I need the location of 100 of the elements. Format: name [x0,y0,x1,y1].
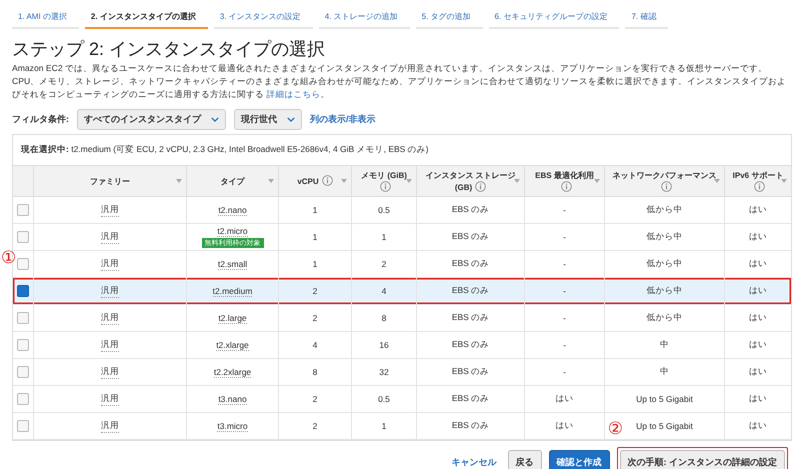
table-cell: EBS のみ [452,420,490,432]
table-cell: はい [749,204,767,216]
table-cell: はい [749,420,767,432]
table-cell: - [563,286,566,296]
table-cell: 2 [312,394,318,404]
wizard-tab[interactable]: 3. インスタンスの設定 [214,6,313,29]
table-cell: 汎用 [101,420,119,432]
table-cell: 汎用 [101,312,119,324]
table-cell: EBS のみ [452,312,490,324]
action-button[interactable]: 戻る [508,450,542,469]
info-icon[interactable] [322,175,333,186]
sort-caret-icon [714,179,720,183]
table-cell: はい [556,420,574,432]
action-button[interactable]: キャンセル [448,451,500,469]
table-cell: はい [749,339,767,351]
row-checkbox[interactable] [17,312,29,324]
table-cell: 2 [312,286,318,296]
table-cell: t2.2xlarge [214,366,252,378]
table-row[interactable]: 汎用 t2.xlarge 4 16 EBS のみ - 中 はい [13,332,791,359]
table-cell: 低から中 [646,258,682,270]
wizard-tab[interactable]: 4. ストレージの追加 [318,6,410,29]
table-cell: 中 [660,339,669,351]
row-checkbox[interactable] [17,420,29,432]
wizard-tab[interactable]: 1. AMI の選択 [12,6,79,29]
info-icon[interactable] [380,180,391,192]
chevron-down-icon [287,117,295,122]
table-cell: - [563,340,566,350]
table-cell: 低から中 [646,312,682,324]
table-cell: 2 [312,421,318,431]
wizard-tab[interactable]: 5. タグの追加 [416,6,483,29]
column-header[interactable]: メモリ (GiB) [351,166,416,196]
table-cell: - [563,205,566,215]
column-header[interactable]: インスタンス ストレージ (GB) [416,166,524,196]
table-cell: 汎用 [101,284,119,298]
row-checkbox[interactable] [17,393,29,405]
details-link[interactable]: 詳細はこちら [266,89,320,99]
table-cell: 32 [379,367,389,377]
filter-label: フィルタ条件: [12,113,69,126]
action-button[interactable]: 確認と作成 [548,450,610,469]
row-checkbox[interactable] [17,231,29,243]
table-cell: - [563,232,566,242]
wizard-tab[interactable]: 2. インスタンスタイプの選択 [84,6,208,29]
table-row[interactable]: 汎用 t2.large 2 8 EBS のみ - 低から中 はい [13,305,791,332]
table-row[interactable]: 汎用 t2.nano 1 0.5 EBS のみ - 低から中 はい [13,197,791,224]
table-cell: EBS のみ [452,393,490,405]
info-icon[interactable] [560,180,572,192]
table-cell: - [563,259,566,269]
wizard-tab[interactable]: 7. 確認 [625,6,668,29]
row-checkbox[interactable] [17,366,29,378]
table-cell: 低から中 [646,285,682,297]
table-cell: 汎用 [101,204,119,216]
table-cell: t3.nano [218,394,247,404]
chevron-down-icon [211,117,219,122]
column-header[interactable]: vCPU [278,166,351,196]
table-cell: 0.5 [378,394,390,404]
table-cell: 低から中 [646,204,682,216]
sort-caret-icon [781,179,787,183]
table-cell: Up to 5 Gigabit [636,421,693,431]
row-checkbox[interactable] [17,258,29,270]
table-row[interactable]: 汎用 t3.nano 2 0.5 EBS のみ はい Up to 5 Gigabit はい [13,386,791,413]
table-cell: 16 [379,340,389,350]
table-cell: 汎用 [101,338,119,352]
table-cell: t2.small [218,258,248,270]
sort-caret-icon [514,179,520,183]
table-cell: 4 [382,286,386,296]
table-cell: はい [749,312,767,324]
table-cell: 1 [382,232,386,242]
info-icon[interactable] [475,180,486,192]
column-header[interactable]: EBS 最適化利用 [524,166,604,196]
column-header[interactable]: ネットワークパフォーマンス [604,166,724,196]
table-cell: t2.large [218,312,247,324]
table-cell: 2 [382,259,386,269]
table-cell: 8 [382,313,386,323]
table-cell: 1 [312,232,318,242]
table-row[interactable]: 汎用 t2.2xlarge 8 32 EBS のみ - 中 はい [13,359,791,386]
sort-caret-icon [594,179,600,183]
wizard-tab[interactable]: 6. セキュリティグループの設定 [488,6,620,29]
action-button[interactable]: 次の手順: インスタンスの詳細の設定 [616,447,788,469]
instance-type-select[interactable]: すべてのインスタンスタイプ [77,109,226,130]
table-cell: EBS のみ [452,258,490,270]
column-header[interactable]: ファミリー [33,166,186,196]
sort-caret-icon [341,179,347,183]
row-checkbox[interactable] [17,285,29,297]
table-cell: 1 [312,205,318,215]
table-cell: はい [749,393,767,405]
info-icon[interactable] [754,180,765,192]
info-icon[interactable] [660,180,672,192]
row-checkbox[interactable] [17,339,29,351]
table-cell: 0.5 [378,205,390,215]
table-cell: 1 [312,259,318,269]
row-checkbox[interactable] [17,204,29,216]
column-header[interactable]: IPv6 サポート [724,166,791,196]
show-hide-columns-link[interactable]: 列の表示/非表示 [310,113,376,126]
column-header[interactable]: タイプ [186,166,278,196]
generation-select[interactable]: 現行世代 [234,109,302,130]
table-cell: Up to 5 Gigabit [636,394,693,404]
sort-caret-icon [406,179,412,183]
table-cell: 中 [660,366,669,378]
sort-caret-icon [176,179,182,183]
table-cell: 2 [312,313,318,323]
